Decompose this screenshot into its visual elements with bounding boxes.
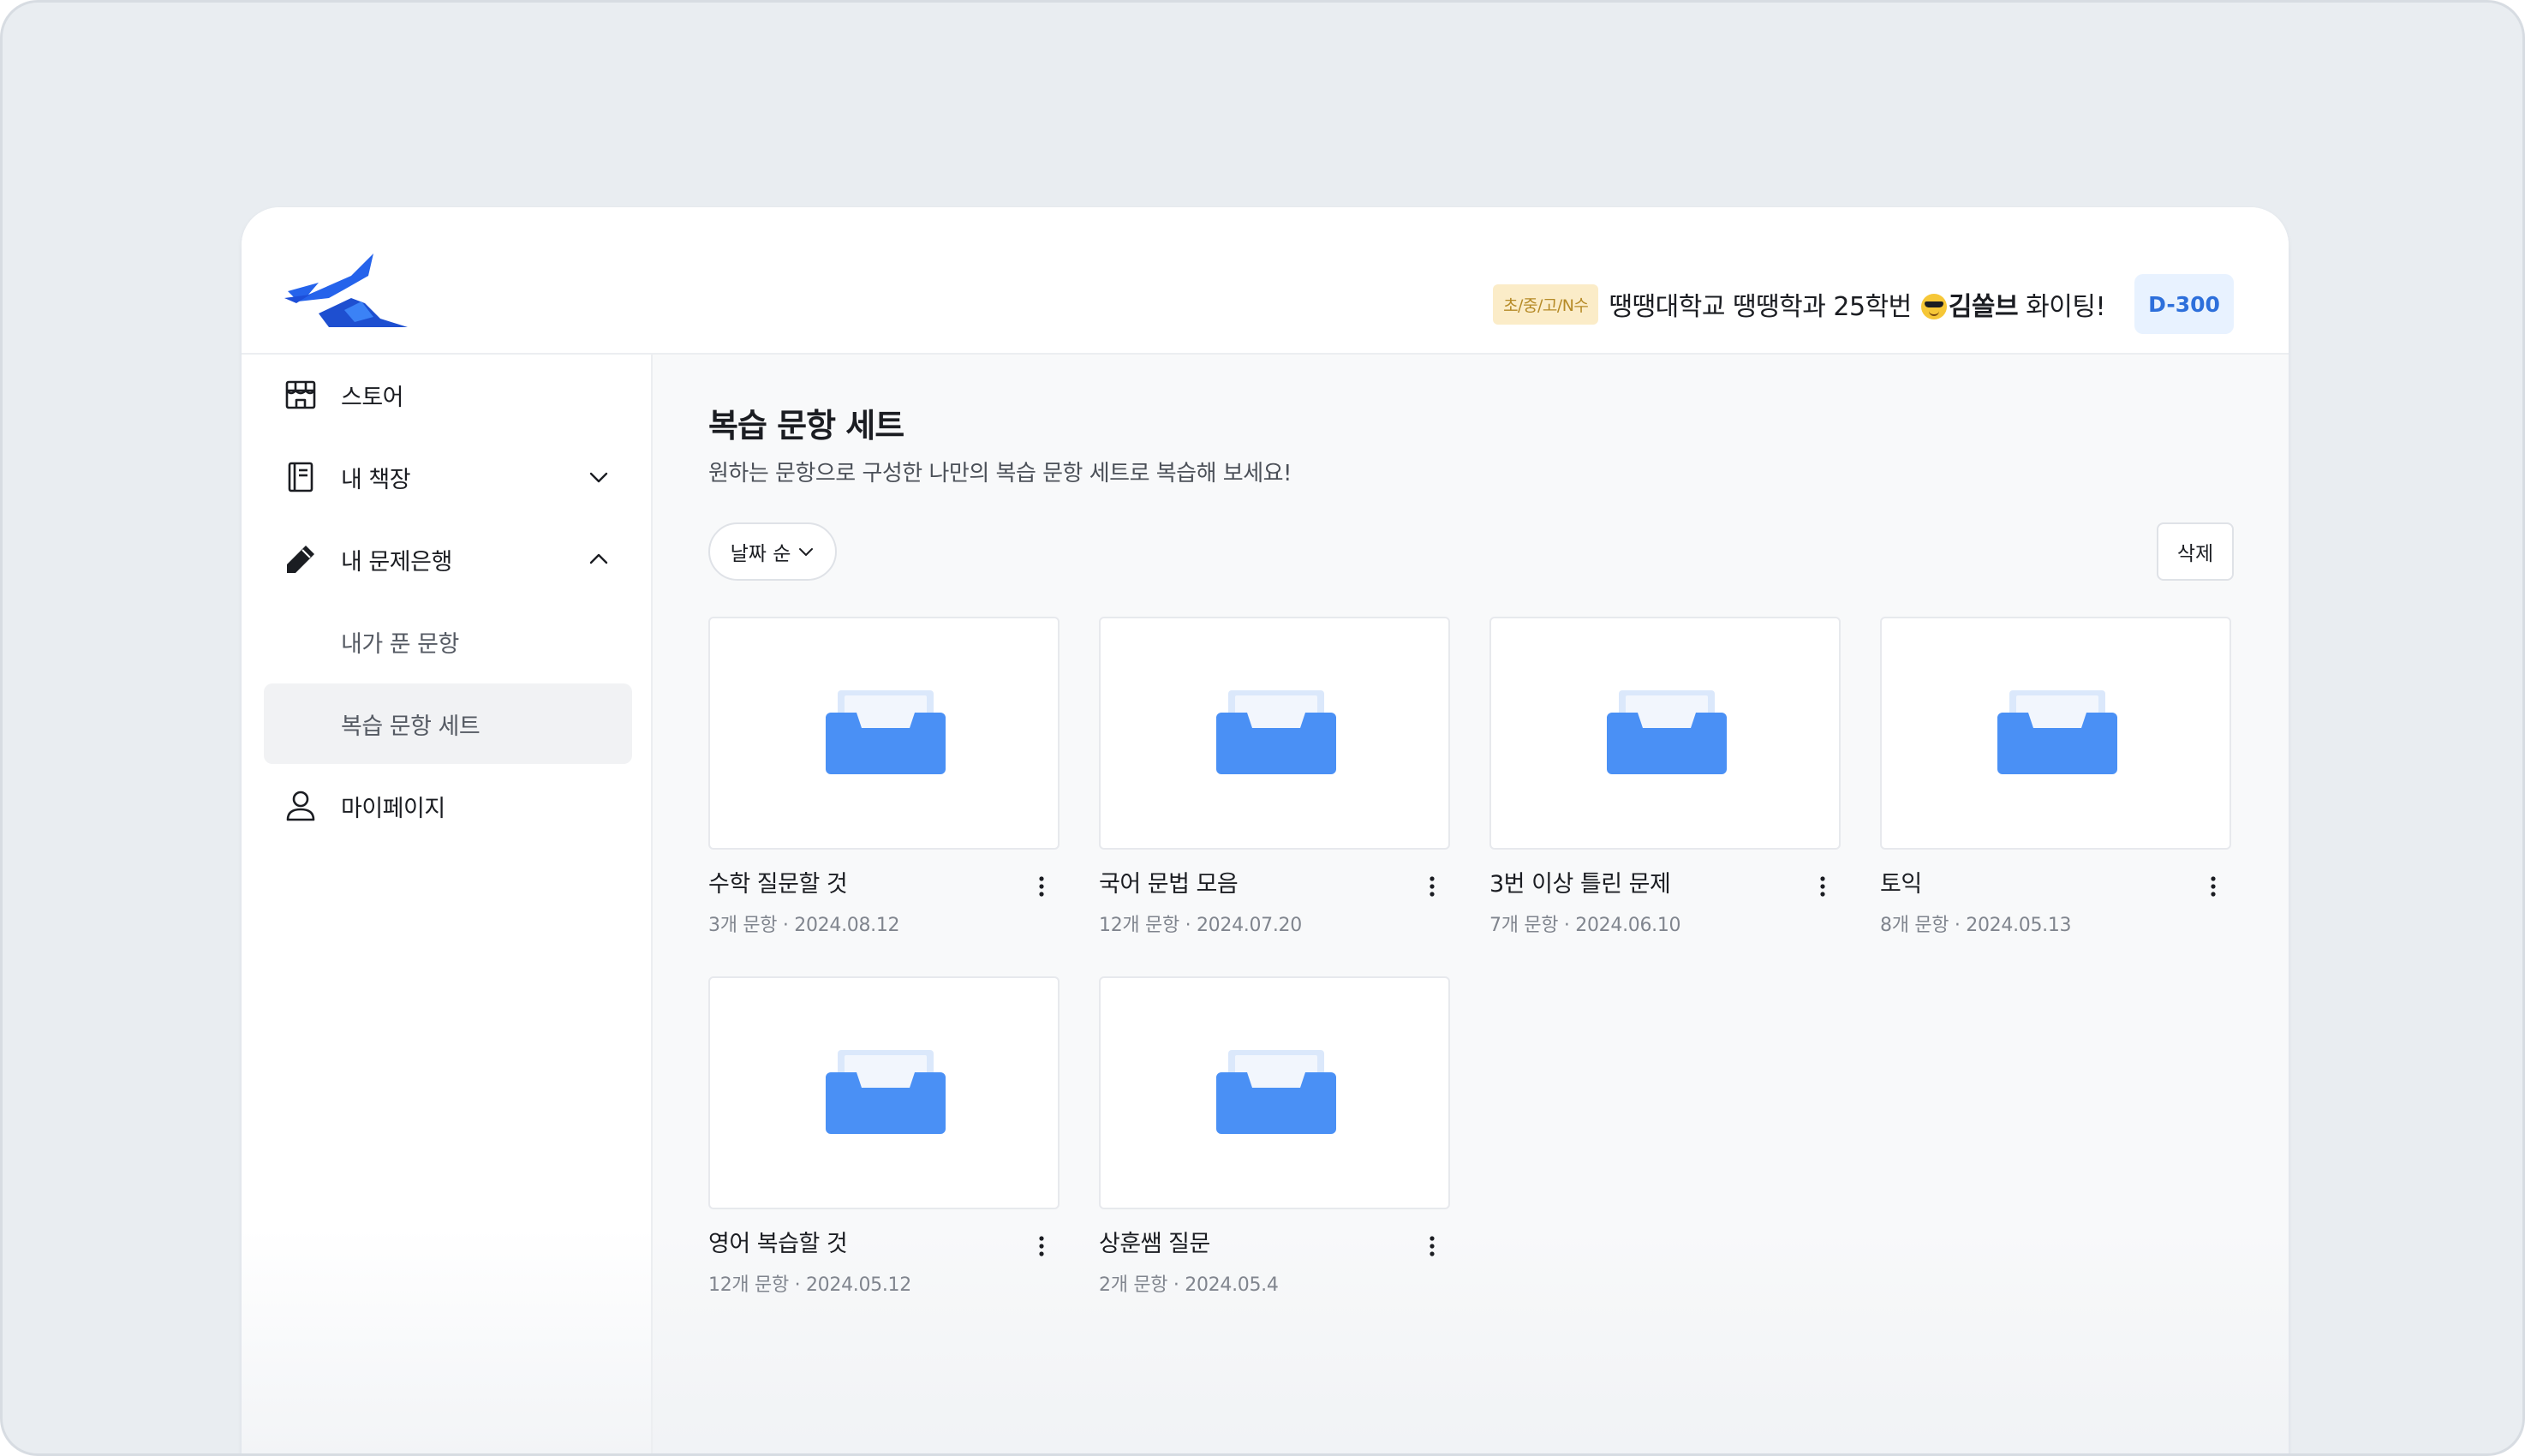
folder-icon bbox=[1997, 690, 2117, 774]
card-title: 국어 문법 모음 bbox=[1099, 871, 1239, 898]
user-icon bbox=[286, 791, 315, 821]
card-meta: 7개 문항 · 2024.06.10 bbox=[1489, 915, 1681, 936]
page-subtitle: 원하는 문항으로 구성한 나만의 복습 문항 세트로 복습해 보세요! bbox=[708, 461, 1292, 486]
sidebar-item-bookshelf[interactable]: 내 책장 bbox=[264, 437, 632, 517]
card-thumbnail[interactable] bbox=[1489, 617, 1841, 850]
card-thumbnail[interactable] bbox=[708, 617, 1060, 850]
grade-badge[interactable]: 초/중/고/N수 bbox=[1493, 283, 1599, 325]
card-meta: 12개 문항 · 2024.07.20 bbox=[1099, 915, 1302, 936]
review-set-card[interactable]: 영어 복습할 것 12개 문항 · 2024.05.12 bbox=[708, 976, 1060, 1336]
folder-icon bbox=[1216, 1050, 1336, 1134]
sidebar-item-label: 마이페이지 bbox=[341, 795, 445, 822]
card-meta: 2개 문항 · 2024.05.4 bbox=[1099, 1274, 1279, 1296]
sidebar-item-label: 내 책장 bbox=[341, 466, 411, 493]
card-meta: 8개 문항 · 2024.05.13 bbox=[1880, 915, 2072, 936]
review-set-card[interactable]: 국어 문법 모음 12개 문항 · 2024.07.20 bbox=[1099, 617, 1450, 976]
pencil-icon bbox=[287, 546, 314, 573]
card-thumbnail[interactable] bbox=[1880, 617, 2231, 850]
notebook-icon bbox=[288, 462, 313, 492]
more-vertical-icon[interactable] bbox=[1817, 874, 1829, 899]
goal-prefix: 땡땡대학교 땡땡학과 25학번 bbox=[1609, 292, 1919, 322]
header: 초/중/고/N수 땡땡대학교 땡땡학과 25학번 김쏠브 화이팅! D-300 bbox=[242, 207, 2289, 355]
more-vertical-icon[interactable] bbox=[1426, 1233, 1438, 1259]
sort-label: 날짜 순 bbox=[730, 543, 791, 565]
card-thumbnail[interactable] bbox=[1099, 617, 1450, 850]
sidebar-item-store[interactable]: 스토어 bbox=[264, 355, 632, 435]
goal-text: 땡땡대학교 땡땡학과 25학번 김쏠브 화이팅! bbox=[1609, 285, 2105, 323]
sidebar-item-question-bank[interactable]: 내 문제은행 bbox=[264, 519, 632, 600]
sidebar: 스토어 내 책장 내 문제은행 내가 푼 문항 복습 문항 세트 마이페이지 bbox=[242, 355, 653, 1453]
sunglasses-emoji-icon bbox=[1920, 294, 1947, 319]
chevron-down-icon[interactable] bbox=[587, 465, 611, 489]
review-set-card[interactable]: 3번 이상 틀린 문제 7개 문항 · 2024.06.10 bbox=[1489, 617, 1841, 976]
sidebar-item-mypage[interactable]: 마이페이지 bbox=[264, 766, 632, 846]
card-meta: 3개 문항 · 2024.08.12 bbox=[708, 915, 900, 936]
card-title: 상훈쌤 질문 bbox=[1099, 1231, 1210, 1257]
review-set-card[interactable]: 토익 8개 문항 · 2024.05.13 bbox=[1880, 617, 2231, 976]
main-content: 복습 문항 세트 원하는 문항으로 구성한 나만의 복습 문항 세트로 복습해 … bbox=[653, 355, 2289, 1453]
folder-icon bbox=[1607, 690, 1727, 774]
delete-button[interactable]: 삭제 bbox=[2157, 522, 2234, 581]
chevron-down-icon bbox=[799, 548, 814, 556]
folder-icon bbox=[1216, 690, 1336, 774]
app-window: 초/중/고/N수 땡땡대학교 땡땡학과 25학번 김쏠브 화이팅! D-300 … bbox=[242, 207, 2289, 1453]
card-meta: 12개 문항 · 2024.05.12 bbox=[708, 1274, 911, 1296]
folder-icon bbox=[826, 690, 946, 774]
more-vertical-icon[interactable] bbox=[1426, 874, 1438, 899]
sidebar-subitem-review-sets[interactable]: 복습 문항 세트 bbox=[264, 683, 632, 764]
card-title: 토익 bbox=[1880, 871, 1922, 898]
goal-area: 초/중/고/N수 땡땡대학교 땡땡학과 25학번 김쏠브 화이팅! D-300 bbox=[1493, 274, 2234, 334]
sidebar-subitem-solved[interactable]: 내가 푼 문항 bbox=[264, 601, 632, 682]
goal-name: 김쏠브 bbox=[1948, 292, 2019, 322]
card-title: 영어 복습할 것 bbox=[708, 1231, 848, 1257]
sidebar-item-label: 내 문제은행 bbox=[341, 548, 452, 576]
sort-dropdown[interactable]: 날짜 순 bbox=[708, 522, 837, 581]
goal-suffix: 화이팅! bbox=[2018, 292, 2105, 322]
review-set-card[interactable]: 수학 질문할 것 3개 문항 · 2024.08.12 bbox=[708, 617, 1060, 976]
sidebar-subitem-label: 내가 푼 문항 bbox=[341, 630, 459, 658]
page-title: 복습 문항 세트 bbox=[708, 407, 904, 445]
sidebar-item-label: 스토어 bbox=[341, 384, 404, 411]
folder-icon bbox=[826, 1050, 946, 1134]
sidebar-subitem-label: 복습 문항 세트 bbox=[341, 713, 481, 740]
more-vertical-icon[interactable] bbox=[1036, 874, 1048, 899]
store-icon bbox=[285, 380, 316, 409]
card-title: 수학 질문할 것 bbox=[708, 871, 848, 898]
card-thumbnail[interactable] bbox=[708, 976, 1060, 1209]
more-vertical-icon[interactable] bbox=[1036, 1233, 1048, 1259]
review-set-card[interactable]: 상훈쌤 질문 2개 문항 · 2024.05.4 bbox=[1099, 976, 1450, 1336]
chevron-up-icon[interactable] bbox=[587, 547, 611, 571]
browser-frame: 초/중/고/N수 땡땡대학교 땡땡학과 25학번 김쏠브 화이팅! D-300 … bbox=[0, 0, 2525, 1456]
logo[interactable] bbox=[284, 250, 408, 329]
card-thumbnail[interactable] bbox=[1099, 976, 1450, 1209]
dday-badge[interactable]: D-300 bbox=[2134, 274, 2234, 334]
more-vertical-icon[interactable] bbox=[2207, 874, 2219, 899]
card-title: 3번 이상 틀린 문제 bbox=[1489, 871, 1671, 898]
